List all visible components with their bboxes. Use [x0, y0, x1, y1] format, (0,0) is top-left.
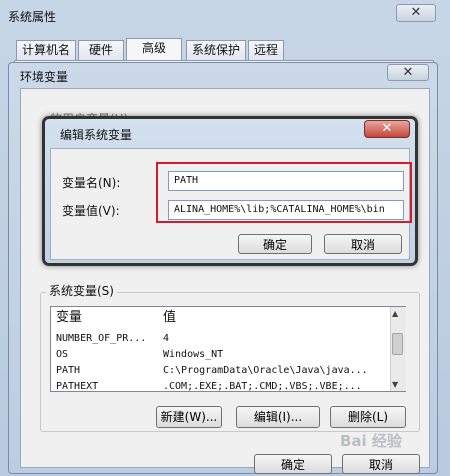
system-variables-table[interactable]: 变量 值 NUMBER_OF_PR... 4 OS Windows_NT PAT… [50, 306, 406, 392]
system-properties-close-button[interactable]: ✕ [396, 4, 436, 22]
tab-remote[interactable]: 远程 [248, 40, 284, 60]
watermark: Bai 经验 [340, 432, 402, 450]
table-row[interactable]: PATH C:\ProgramData\Oracle\Java\java... [51, 363, 391, 379]
env-ok-button[interactable]: 确定 [254, 454, 332, 474]
scroll-down-arrow-icon[interactable]: ▼ [392, 380, 398, 389]
scrollbar-thumb[interactable] [392, 333, 403, 355]
row-variable-name: PATH [56, 365, 81, 376]
environment-variables-close-button[interactable]: ✕ [387, 64, 429, 81]
edit-cancel-button[interactable]: 取消 [324, 234, 402, 254]
row-variable-name: OS [56, 349, 69, 360]
edit-ok-button[interactable]: 确定 [238, 234, 312, 254]
edit-dialog-close-button[interactable]: ✕ [364, 120, 410, 138]
column-header-value[interactable]: 值 [163, 307, 176, 329]
new-variable-button[interactable]: 新建(W)... [156, 406, 222, 428]
column-header-variable[interactable]: 变量 [56, 307, 82, 329]
row-variable-name: PATHEXT [56, 381, 99, 392]
row-variable-value: C:\ProgramData\Oracle\Java\java... [163, 365, 368, 376]
table-row[interactable]: OS Windows_NT [51, 347, 391, 363]
variable-value-label: 变量值(V): [62, 204, 120, 218]
system-variables-label: 系统变量(S) [46, 282, 117, 299]
table-row[interactable]: NUMBER_OF_PR... 4 [51, 331, 391, 347]
edit-system-variable-title: 编辑系统变量 [60, 128, 133, 142]
row-variable-name: NUMBER_OF_PR... [56, 333, 147, 344]
red-highlight-box [156, 162, 412, 223]
env-cancel-button[interactable]: 取消 [342, 454, 420, 474]
variable-name-label: 变量名(N): [62, 176, 121, 190]
edit-variable-button[interactable]: 编辑(I)... [236, 406, 320, 428]
tab-advanced[interactable]: 高级 [126, 38, 182, 61]
tab-hardware[interactable]: 硬件 [78, 40, 124, 60]
tab-system-protection[interactable]: 系统保护 [186, 40, 246, 60]
row-variable-value: Windows_NT [163, 349, 224, 360]
scroll-up-arrow-icon[interactable]: ▲ [392, 309, 398, 318]
system-properties-title: 系统属性 [8, 10, 57, 24]
row-variable-value: 4 [163, 333, 170, 344]
row-variable-value: .COM;.EXE;.BAT;.CMD;.VBS;.VBE;... [163, 381, 362, 392]
tab-computer-name[interactable]: 计算机名 [16, 40, 76, 60]
environment-variables-title: 环境变量 [20, 70, 69, 84]
delete-variable-button[interactable]: 删除(L) [330, 406, 406, 428]
table-row[interactable]: PATHEXT .COM;.EXE;.BAT;.CMD;.VBS;.VBE;..… [51, 379, 391, 392]
